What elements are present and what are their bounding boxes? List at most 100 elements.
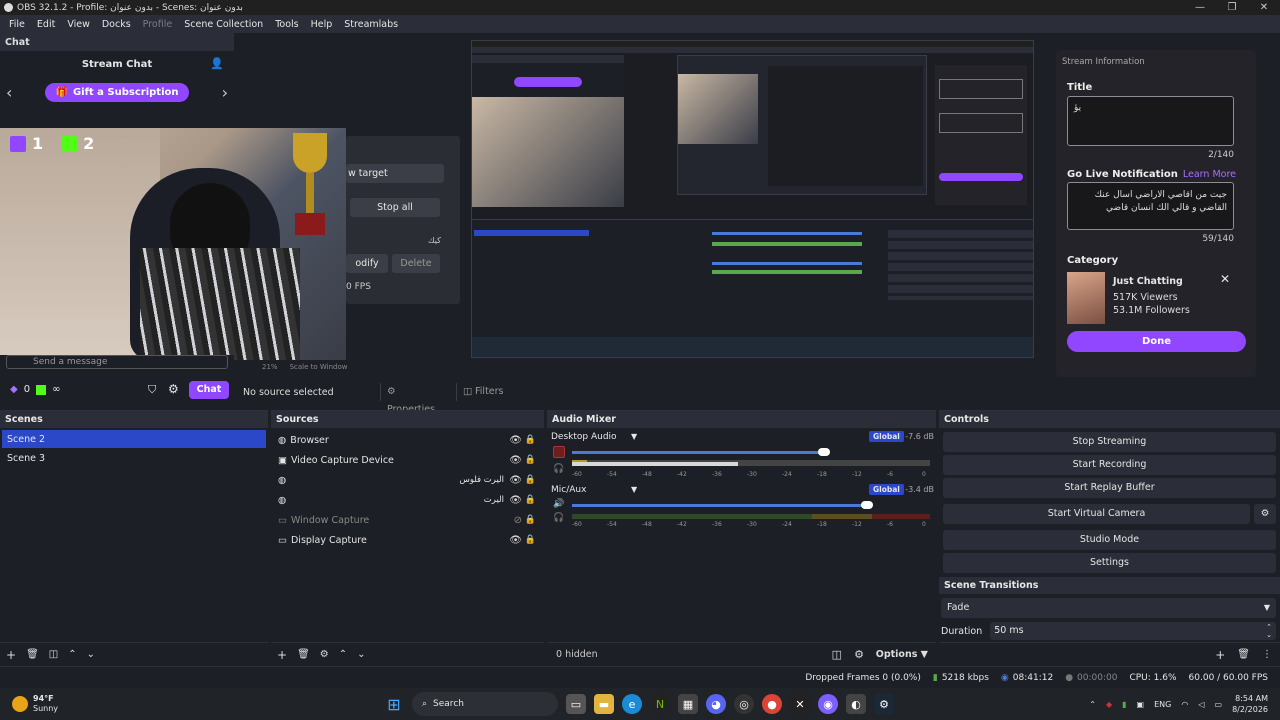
file-explorer-icon[interactable]: ▬ [594, 694, 614, 714]
spin-icon[interactable]: ⌃ ⌄ [1266, 623, 1272, 639]
title-input[interactable]: يؤ [1067, 96, 1234, 146]
settings-gear-icon[interactable]: ⚙ [168, 382, 179, 396]
move-up-icon[interactable]: ⌃ [339, 649, 347, 660]
new-target-button[interactable]: w target [346, 164, 444, 183]
start-virtual-camera-button[interactable]: Start Virtual Camera [943, 504, 1250, 524]
menu-help[interactable]: Help [305, 19, 339, 30]
game-icon[interactable]: ◐ [846, 694, 866, 714]
source-item[interactable]: ◍ اليرت فلوس 👁 🔒 [271, 470, 544, 490]
tray-app-icon[interactable]: ▣ [1137, 700, 1145, 709]
settings-button[interactable]: Settings [943, 553, 1276, 573]
hidden-eye-icon[interactable]: ⊘ [514, 515, 522, 526]
advanced-audio-icon[interactable]: ⚙ [854, 648, 864, 661]
visibility-eye-icon[interactable]: 👁 [509, 435, 522, 446]
start-replay-buffer-button[interactable]: Start Replay Buffer [943, 478, 1276, 498]
clock-date[interactable]: 8/2/2026 [1232, 704, 1268, 715]
capcut-icon[interactable]: ✕ [790, 694, 810, 714]
add-transition-icon[interactable]: + [1215, 648, 1225, 662]
filters-button[interactable]: ◫ Filters [456, 383, 506, 401]
visibility-eye-icon[interactable]: 👁 [509, 495, 522, 506]
weather-widget[interactable]: 94°F Sunny [12, 694, 132, 714]
scale-mode[interactable]: Scale to Window [290, 363, 348, 375]
source-item[interactable]: ▭ Window Capture ⊘ 🔒 [271, 510, 544, 530]
transition-menu-icon[interactable]: ⋮ [1262, 649, 1272, 660]
menu-file[interactable]: File [3, 19, 31, 30]
volume-slider-handle[interactable] [861, 501, 873, 509]
modify-button[interactable]: odify [346, 254, 388, 273]
lock-icon[interactable]: 🔒 [525, 495, 536, 505]
menu-streamlabs[interactable]: Streamlabs [338, 19, 404, 30]
remove-source-icon[interactable]: 🗑 [297, 649, 310, 660]
close-button[interactable]: ✕ [1248, 0, 1280, 15]
obs-icon[interactable]: ◎ [734, 694, 754, 714]
properties-button[interactable]: ⚙ Properties [380, 383, 446, 415]
chat-right-arrow[interactable]: › [222, 83, 228, 102]
channel-menu-icon[interactable]: ▼ [631, 485, 637, 494]
menu-profile[interactable]: Profile [137, 19, 179, 30]
zoom-level[interactable]: 21% [262, 363, 278, 375]
channel-menu-icon[interactable]: ▼ [631, 432, 637, 441]
task-view-icon[interactable]: ▭ [566, 694, 586, 714]
lock-icon[interactable]: 🔒 [525, 455, 536, 465]
category-card[interactable]: Just Chatting 517K Viewers 53.1M Followe… [1067, 272, 1234, 324]
tray-app-icon[interactable]: ◆ [1106, 700, 1112, 709]
remove-category-icon[interactable]: ✕ [1220, 272, 1230, 286]
transition-select[interactable]: Fade ▼ [941, 598, 1276, 618]
lock-icon[interactable]: 🔒 [525, 435, 536, 445]
monitor-headphone-icon[interactable]: 🎧 [553, 464, 564, 474]
discord-icon[interactable]: ◕ [706, 694, 726, 714]
start-recording-button[interactable]: Start Recording [943, 455, 1276, 475]
gift-subscription-button[interactable]: 🎁 Gift a Subscription [45, 82, 189, 102]
maximize-button[interactable]: ❐ [1216, 0, 1248, 15]
monitor-headphone-icon[interactable]: 🎧 [553, 513, 564, 523]
chat-left-arrow[interactable]: ‹ [6, 83, 12, 102]
chrome-icon[interactable]: ● [762, 694, 782, 714]
menu-docks[interactable]: Docks [96, 19, 137, 30]
minimize-button[interactable]: — [1184, 0, 1216, 15]
duration-input[interactable]: 50 ms [990, 622, 1276, 640]
menu-scene-collection[interactable]: Scene Collection [178, 19, 269, 30]
tray-app-icon[interactable]: ▮ [1122, 700, 1126, 709]
shield-icon[interactable]: ⛉ [148, 383, 156, 397]
chat-message-input[interactable]: Send a message [6, 355, 228, 369]
layout-toggle-icon[interactable]: ◫ [832, 648, 842, 661]
wifi-icon[interactable]: ◠ [1181, 700, 1188, 709]
menu-view[interactable]: View [61, 19, 96, 30]
menu-tools[interactable]: Tools [269, 19, 304, 30]
source-item[interactable]: ▣ Video Capture Device 👁 🔒 [271, 450, 544, 470]
studio-mode-button[interactable]: Studio Mode [943, 530, 1276, 550]
move-up-icon[interactable]: ⌃ [68, 649, 76, 660]
remove-transition-icon[interactable]: 🗑 [1237, 649, 1250, 660]
source-item[interactable]: ◍ اليرت 👁 🔒 [271, 490, 544, 510]
volume-icon[interactable]: ◁ [1198, 700, 1204, 709]
source-item[interactable]: ▭ Display Capture 👁 🔒 [271, 530, 544, 550]
learn-more-link[interactable]: Learn More [1183, 169, 1236, 180]
go-live-input[interactable]: جيت من اقاصي الاراضي اسال عنك القاضي و ق… [1067, 182, 1234, 230]
menu-edit[interactable]: Edit [31, 19, 61, 30]
volume-slider-fill[interactable] [572, 451, 824, 454]
chat-users-icon[interactable]: 👤 [210, 57, 224, 70]
done-button[interactable]: Done [1067, 331, 1246, 352]
steam-icon[interactable]: ⚙ [874, 694, 894, 714]
clock-time[interactable]: 8:54 AM [1232, 693, 1268, 704]
move-down-icon[interactable]: ⌄ [87, 649, 95, 660]
tray-chevron-icon[interactable]: ⌃ [1089, 700, 1096, 709]
add-scene-icon[interactable]: + [6, 648, 16, 662]
mute-speaker-icon[interactable] [553, 446, 565, 458]
speaker-icon[interactable]: 🔊 [553, 499, 564, 509]
lock-icon[interactable]: 🔒 [525, 515, 536, 525]
stop-streaming-button[interactable]: Stop Streaming [943, 432, 1276, 452]
lock-icon[interactable]: 🔒 [525, 475, 536, 485]
chat-send-button[interactable]: Chat [189, 381, 229, 399]
stop-all-button[interactable]: Stop all [350, 198, 440, 217]
remove-scene-icon[interactable]: 🗑 [26, 649, 39, 660]
visibility-eye-icon[interactable]: 👁 [509, 535, 522, 546]
scene-item[interactable]: Scene 2 [2, 430, 266, 448]
add-source-icon[interactable]: + [277, 648, 287, 662]
volume-slider-fill[interactable] [572, 504, 867, 507]
lock-icon[interactable]: 🔒 [525, 535, 536, 545]
battery-icon[interactable]: ▭ [1215, 700, 1223, 709]
source-properties-icon[interactable]: ⚙ [320, 649, 329, 660]
scene-filters-icon[interactable]: ◫ [49, 649, 58, 660]
windows-start-icon[interactable]: ⊞ [384, 694, 404, 714]
